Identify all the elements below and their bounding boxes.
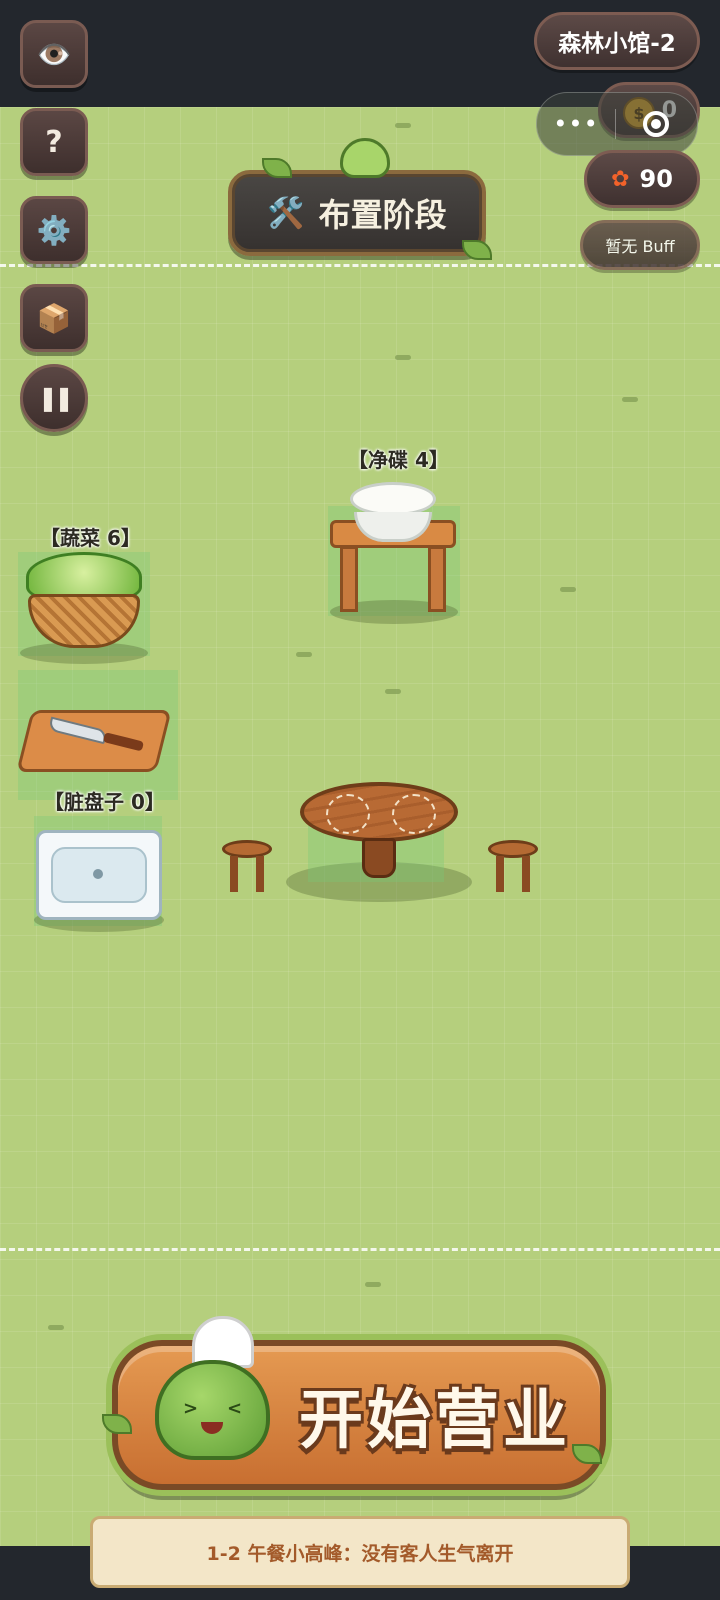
round-table [300, 782, 458, 842]
stool-right[interactable] [488, 840, 538, 896]
slime-chef-icon: > < [155, 1360, 270, 1460]
seat-marker [392, 794, 436, 834]
settings-button[interactable]: ⚙️ [20, 196, 88, 264]
plate-stack-icon [350, 482, 436, 548]
level-name: 森林小馆-2 [558, 31, 676, 57]
dirty-plates-station-label: 【脏盘子 0】 [44, 790, 165, 814]
view-toggle-button[interactable]: 👁️ [20, 20, 88, 88]
objective-scroll: 1-2 午餐小高峰：没有客人生气离开 [90, 1516, 630, 1588]
phase-banner: 🛠️ 布置阶段 [228, 170, 486, 256]
gear-icon: ⚙️ [36, 213, 72, 247]
tools-icon: 🛠️ [267, 195, 305, 231]
table-pedestal [362, 838, 396, 878]
objective-text: 1-2 午餐小高峰：没有客人生气离开 [206, 1542, 514, 1565]
lettuce-basket-icon [22, 552, 146, 656]
start-business-label[interactable]: 开始营业 [285, 1365, 585, 1465]
zone-boundary-bottom [0, 1248, 720, 1251]
plates-station-label: 【净碟 4】 [348, 448, 449, 472]
question-icon: ? [45, 124, 63, 160]
pause-button[interactable]: ❚❚ [20, 364, 88, 432]
more-menu-button[interactable]: ••• [537, 110, 615, 138]
table-leg [340, 546, 358, 612]
pause-icon: ❚❚ [37, 384, 74, 412]
seat-marker [326, 794, 370, 834]
buff-label: 暂无 Buff [605, 237, 675, 256]
stool-left[interactable] [222, 840, 272, 896]
phase-title: 布置阶段 [318, 196, 447, 234]
table-leg [428, 546, 446, 612]
box-icon: 📦 [36, 301, 72, 335]
flower-value: 90 [639, 165, 673, 193]
flower-counter: ✿ 90 [584, 150, 700, 208]
sink-icon [36, 830, 162, 920]
close-mini-program-button[interactable] [616, 111, 696, 137]
level-name-badge: 森林小馆-2 [534, 12, 700, 70]
flower-icon: ✿ [611, 166, 630, 192]
mini-program-capsule[interactable]: ••• [536, 92, 698, 156]
vegetables-station-label: 【蔬菜 6】 [40, 526, 141, 550]
target-icon [643, 111, 669, 137]
buff-status[interactable]: 暂无 Buff [580, 220, 700, 270]
help-button[interactable]: ? [20, 108, 88, 176]
eye-icon: 👁️ [36, 37, 72, 71]
inventory-button[interactable]: 📦 [20, 284, 88, 352]
